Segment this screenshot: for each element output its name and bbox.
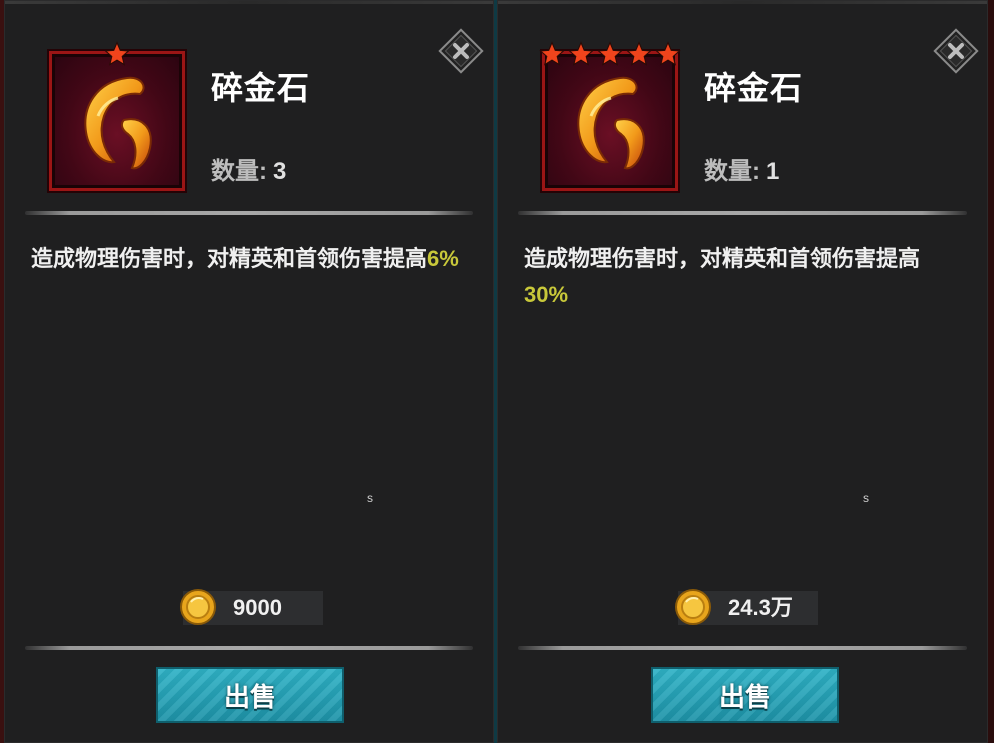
star-icon — [655, 41, 681, 67]
gold-fragment-icon — [577, 76, 645, 170]
description-value: 6% — [427, 246, 459, 271]
divider-bottom — [25, 646, 473, 650]
gold-coin-icon — [675, 589, 711, 625]
quantity-value: 3 — [273, 158, 287, 185]
quantity: 数量: 3 — [211, 151, 286, 186]
gold-fragment-icon — [84, 76, 152, 170]
star-icon — [626, 41, 652, 67]
sell-button[interactable]: 出售 — [156, 667, 344, 723]
sell-button-label: 出售 — [718, 681, 771, 712]
sell-button-label: 出售 — [223, 681, 276, 712]
item-name: 碎金石 — [704, 70, 804, 106]
divider-bottom — [518, 646, 967, 650]
marker-text: s — [863, 491, 869, 505]
star-icon — [597, 41, 623, 67]
sell-button[interactable]: 出售 — [651, 667, 839, 723]
description-value: 30% — [524, 282, 569, 307]
background-right-edge — [988, 0, 994, 743]
item-detail-panel-2: 碎金石 数量: 1 造成物理伤害时，对精英和首领伤害提高 30% s 24.3万 出… — [497, 0, 988, 743]
close-icon[interactable] — [435, 25, 487, 77]
item-description: 造成物理伤害时，对精英和首领伤害提高6% — [31, 241, 471, 277]
item-description: 造成物理伤害时，对精英和首领伤害提高 30% — [524, 241, 964, 313]
divider-top — [25, 211, 473, 215]
star-icon — [568, 41, 594, 67]
description-text: 造成物理伤害时，对精英和首领伤害提高 — [31, 246, 428, 271]
star-rating — [49, 41, 185, 71]
quantity-label: 数量: — [211, 158, 267, 185]
marker-text: s — [367, 491, 373, 505]
gold-coin-icon — [180, 589, 216, 625]
star-rating — [539, 41, 681, 71]
price-box: 24.3万 — [675, 589, 818, 625]
price-box: 9000 — [180, 589, 323, 625]
description-text: 造成物理伤害时，对精英和首领伤害提高 — [524, 246, 921, 271]
divider-top — [518, 211, 967, 215]
star-icon — [104, 41, 130, 67]
price-value: 9000 — [233, 595, 282, 620]
quantity: 数量: 1 — [704, 151, 779, 186]
item-icon-frame — [49, 51, 185, 191]
star-icon — [539, 41, 565, 67]
item-detail-panel-1: 碎金石 数量: 3 造成物理伤害时，对精英和首领伤害提高6% s 9000 出售 — [4, 0, 494, 743]
price-value: 24.3万 — [728, 595, 793, 620]
item-icon-frame — [542, 51, 678, 191]
close-icon[interactable] — [930, 25, 982, 77]
quantity-value: 1 — [766, 158, 780, 185]
item-name: 碎金石 — [211, 70, 311, 106]
quantity-label: 数量: — [704, 158, 760, 185]
